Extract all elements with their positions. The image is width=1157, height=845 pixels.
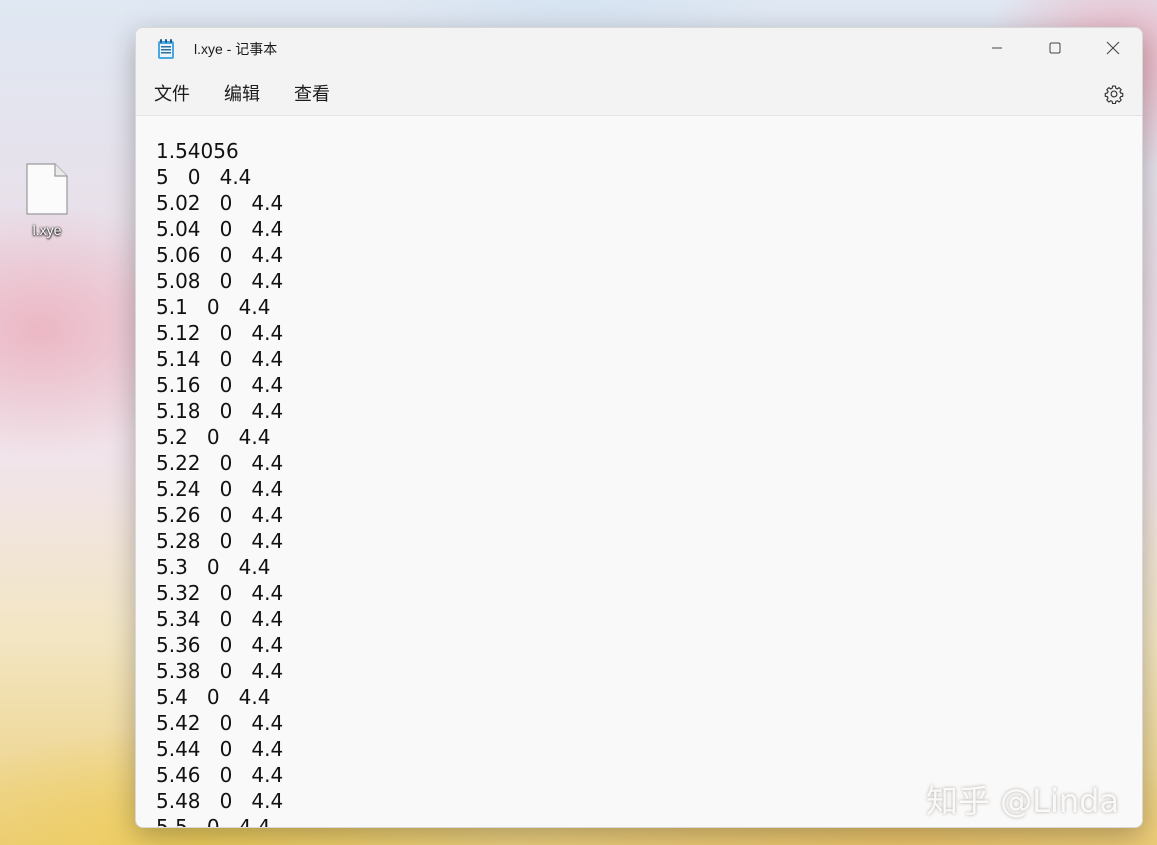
text-line[interactable]: 5.08 0 4.4 [156, 268, 283, 294]
text-line[interactable]: 5.34 0 4.4 [156, 606, 283, 632]
menu-view[interactable]: 查看 [292, 80, 332, 106]
text-line[interactable]: 5.02 0 4.4 [156, 190, 283, 216]
close-icon [1106, 41, 1120, 55]
text-line[interactable]: 5.5 0 4.4 [156, 814, 283, 827]
text-line[interactable]: 5.28 0 4.4 [156, 528, 283, 554]
editor-content[interactable]: 1.54056 5 0 4.4 5.02 0 4.4 5.04 0 4.4 5.06 0… [156, 138, 283, 827]
text-line[interactable]: 5.32 0 4.4 [156, 580, 283, 606]
text-line[interactable]: 5.26 0 4.4 [156, 502, 283, 528]
gear-icon [1104, 85, 1124, 104]
desktop-file-icon[interactable]: l.xye [20, 162, 74, 238]
text-line[interactable]: 5.14 0 4.4 [156, 346, 283, 372]
settings-button[interactable] [1100, 80, 1128, 108]
minimize-button[interactable] [968, 28, 1026, 68]
text-line[interactable]: 5.2 0 4.4 [156, 424, 283, 450]
text-line[interactable]: 5 0 4.4 [156, 164, 283, 190]
minimize-icon [992, 47, 1002, 49]
notepad-window: l.xye - 记事本 文件 编辑 查看 1.54056 5 0 4.4 5.0… [135, 27, 1143, 828]
text-line[interactable]: 5.16 0 4.4 [156, 372, 283, 398]
text-line[interactable]: 5.44 0 4.4 [156, 736, 283, 762]
text-line[interactable]: 5.06 0 4.4 [156, 242, 283, 268]
menu-edit[interactable]: 编辑 [222, 80, 262, 106]
desktop-file-label: l.xye [32, 222, 62, 238]
text-editor[interactable]: 1.54056 5 0 4.4 5.02 0 4.4 5.04 0 4.4 5.06 0… [136, 117, 1142, 827]
text-line[interactable]: 1.54056 [156, 138, 283, 164]
maximize-button[interactable] [1026, 28, 1084, 68]
text-line[interactable]: 5.46 0 4.4 [156, 762, 283, 788]
text-line[interactable]: 5.38 0 4.4 [156, 658, 283, 684]
document-file-icon [26, 163, 68, 215]
menu-file[interactable]: 文件 [152, 80, 192, 106]
title-bar[interactable]: l.xye - 记事本 [136, 28, 1142, 68]
text-line[interactable]: 5.1 0 4.4 [156, 294, 283, 320]
text-line[interactable]: 5.18 0 4.4 [156, 398, 283, 424]
text-line[interactable]: 5.36 0 4.4 [156, 632, 283, 658]
text-line[interactable]: 5.24 0 4.4 [156, 476, 283, 502]
text-line[interactable]: 5.42 0 4.4 [156, 710, 283, 736]
text-line[interactable]: 5.04 0 4.4 [156, 216, 283, 242]
maximize-icon [1049, 42, 1061, 54]
notepad-icon [156, 38, 176, 64]
watermark: 知乎 @Linda [926, 782, 1120, 820]
window-title: l.xye - 记事本 [194, 41, 278, 57]
text-line[interactable]: 5.12 0 4.4 [156, 320, 283, 346]
menu-bar: 文件 编辑 查看 [136, 68, 1142, 116]
text-line[interactable]: 5.48 0 4.4 [156, 788, 283, 814]
text-line[interactable]: 5.22 0 4.4 [156, 450, 283, 476]
text-line[interactable]: 5.3 0 4.4 [156, 554, 283, 580]
close-button[interactable] [1084, 28, 1142, 68]
text-line[interactable]: 5.4 0 4.4 [156, 684, 283, 710]
